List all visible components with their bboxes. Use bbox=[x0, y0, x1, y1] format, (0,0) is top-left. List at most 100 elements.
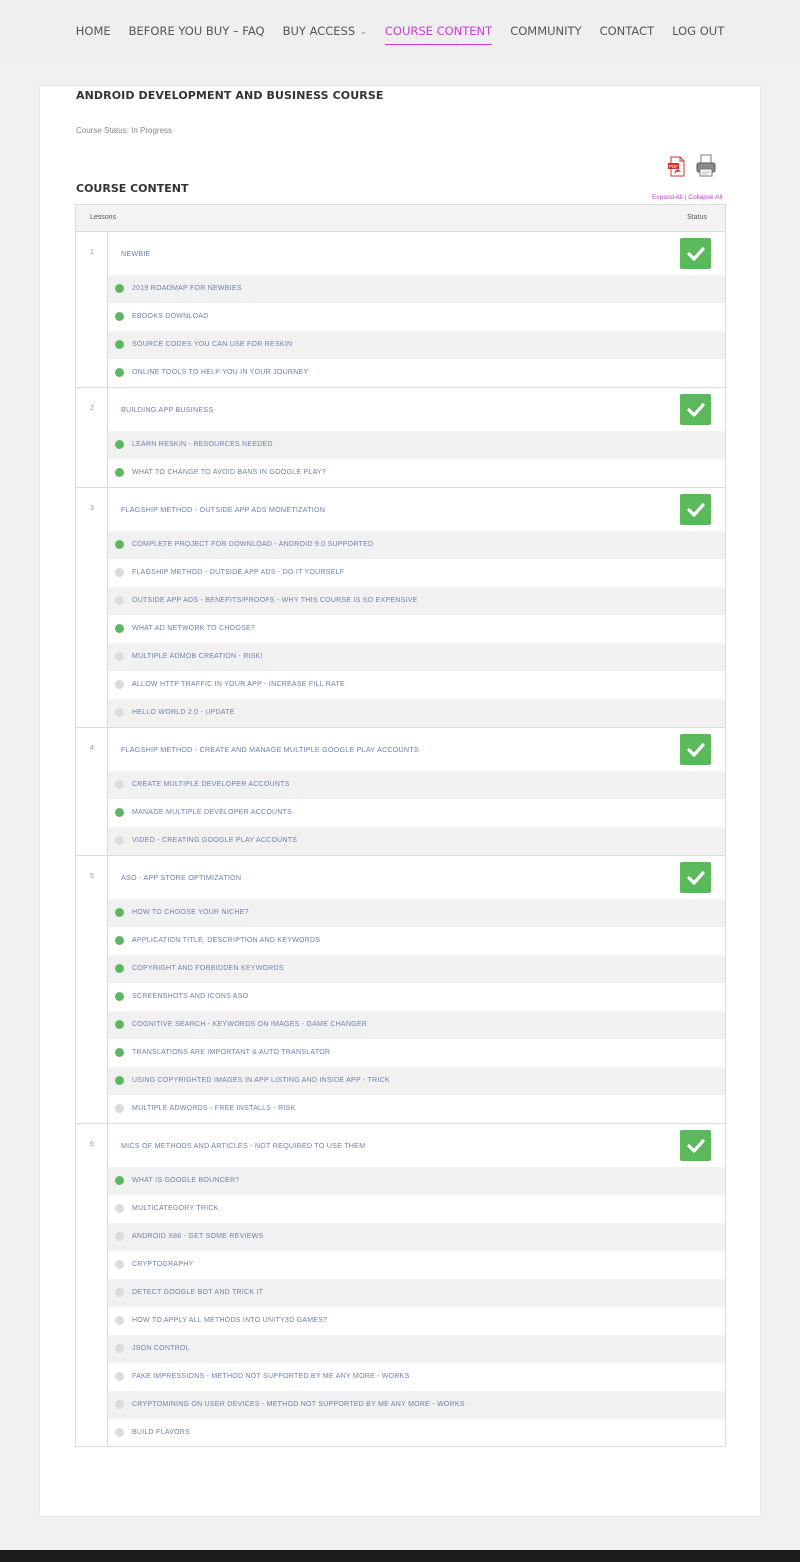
group-header[interactable]: ASO - APP STORE OPTIMIZATION bbox=[108, 856, 725, 899]
lesson-row[interactable]: DETECT GOOGLE BOT AND TRICK IT bbox=[108, 1279, 725, 1307]
lesson-row[interactable]: WHAT IS GOOGLE BOUNCER? bbox=[108, 1167, 725, 1195]
lesson-title-link[interactable]: MULTIPLE ADMOB CREATION - RISK! bbox=[132, 653, 263, 660]
lesson-title-link[interactable]: LEARN RESKIN - RESOURCES NEEDED bbox=[132, 441, 273, 448]
lesson-title-link[interactable]: SCREENSHOTS AND ICONS ASO bbox=[132, 993, 248, 1000]
completed-dot-icon bbox=[115, 1176, 124, 1185]
lesson-title-link[interactable]: MANAGE MULTIPLE DEVELOPER ACCOUNTS bbox=[132, 809, 292, 816]
nav-buy-access[interactable]: BUY ACCESS ⌄ bbox=[283, 24, 367, 44]
nav-contact[interactable]: CONTACT bbox=[600, 24, 655, 44]
lesson-row[interactable]: USING COPYRIGHTED IMAGES IN APP LISTING … bbox=[108, 1067, 725, 1095]
lesson-title-link[interactable]: CREATE MULTIPLE DEVELOPER ACCOUNTS bbox=[132, 781, 290, 788]
lesson-title-link[interactable]: OUTSIDE APP ADS - BENEFITS/PROOFS - WHY … bbox=[132, 597, 418, 604]
lesson-row[interactable]: CRYPTOMINING ON USER DEVICES - METHOD NO… bbox=[108, 1391, 725, 1419]
lesson-title-link[interactable]: MULTIPLE ADWORDS - FREE INSTALLS - RISK bbox=[132, 1105, 296, 1112]
group-title[interactable]: NEWBIE bbox=[121, 249, 151, 258]
nav-community[interactable]: COMMUNITY bbox=[510, 24, 581, 44]
group-header[interactable]: MICS OF METHODS AND ARTICLES - NOT REQUI… bbox=[108, 1124, 725, 1167]
lesson-title-link[interactable]: CRYPTOGRAPHY bbox=[132, 1261, 193, 1268]
group-header[interactable]: NEWBIE bbox=[108, 232, 725, 275]
expand-all-link[interactable]: Expand All bbox=[652, 194, 683, 201]
lesson-row[interactable]: CRYPTOGRAPHY bbox=[108, 1251, 725, 1279]
lesson-title-link[interactable]: FAKE IMPRESSIONS - METHOD NOT SUPPORTED … bbox=[132, 1373, 410, 1380]
lesson-title-link[interactable]: BUILD FLAVORS bbox=[132, 1429, 190, 1436]
lesson-title-link[interactable]: HELLO WORLD 2.0 - UPDATE bbox=[132, 709, 235, 716]
lesson-row[interactable]: COGNITIVE SEARCH - KEYWORDS ON IMAGES - … bbox=[108, 1011, 725, 1039]
group-title[interactable]: MICS OF METHODS AND ARTICLES - NOT REQUI… bbox=[121, 1141, 365, 1150]
printer-icon[interactable] bbox=[695, 154, 717, 178]
lesson-title-link[interactable]: VIDEO - CREATING GOOGLE PLAY ACCOUNTS bbox=[132, 837, 297, 844]
group-header[interactable]: FLAGSHIP METHOD - OUTSIDE APP ADS MONETI… bbox=[108, 488, 725, 531]
lesson-title-link[interactable]: DETECT GOOGLE BOT AND TRICK IT bbox=[132, 1289, 263, 1296]
lesson-row[interactable]: FLAGSHIP METHOD - OUTSIDE APP ADS - DO I… bbox=[108, 559, 725, 587]
pending-dot-icon bbox=[115, 1104, 124, 1113]
lesson-row[interactable]: MULTICATEGORY TRICK bbox=[108, 1195, 725, 1223]
lesson-row[interactable]: MULTIPLE ADWORDS - FREE INSTALLS - RISK bbox=[108, 1095, 725, 1123]
group-title[interactable]: FLAGSHIP METHOD - OUTSIDE APP ADS MONETI… bbox=[121, 505, 325, 514]
lesson-row[interactable]: ALLOW HTTP TRAFFIC IN YOUR APP - INCREAS… bbox=[108, 671, 725, 699]
lesson-row[interactable]: VIDEO - CREATING GOOGLE PLAY ACCOUNTS bbox=[108, 827, 725, 855]
collapse-all-link[interactable]: Collapse All bbox=[688, 194, 722, 201]
lesson-title-link[interactable]: 2019 ROADMAP FOR NEWBIES bbox=[132, 285, 242, 292]
lesson-row[interactable]: SOURCE CODES YOU CAN USE FOR RESKIN bbox=[108, 331, 725, 359]
lesson-row[interactable]: JSON CONTROL bbox=[108, 1335, 725, 1363]
lesson-row[interactable]: 2019 ROADMAP FOR NEWBIES bbox=[108, 275, 725, 303]
lesson-row[interactable]: LEARN RESKIN - RESOURCES NEEDED bbox=[108, 431, 725, 459]
lesson-row[interactable]: HOW TO CHOOSE YOUR NICHE? bbox=[108, 899, 725, 927]
group-title[interactable]: FLAGSHIP METHOD - CREATE AND MANAGE MULT… bbox=[121, 745, 419, 754]
lesson-title-link[interactable]: USING COPYRIGHTED IMAGES IN APP LISTING … bbox=[132, 1077, 390, 1084]
lesson-title-link[interactable]: WHAT AD NETWORK TO CHOOSE? bbox=[132, 625, 255, 632]
lesson-title-link[interactable]: SOURCE CODES YOU CAN USE FOR RESKIN bbox=[132, 341, 292, 348]
lesson-row[interactable]: ONLINE TOOLS TO HELP YOU IN YOUR JOURNEY bbox=[108, 359, 725, 387]
lesson-row[interactable]: TRANSLATIONS ARE IMPORTANT & AUTO TRANSL… bbox=[108, 1039, 725, 1067]
lesson-row[interactable]: MULTIPLE ADMOB CREATION - RISK! bbox=[108, 643, 725, 671]
lesson-title-link[interactable]: ANDROID X86 - GET SOME REVIEWS bbox=[132, 1233, 263, 1240]
lesson-row[interactable]: APPLICATION TITLE, DESCRIPTION AND KEYWO… bbox=[108, 927, 725, 955]
lesson-title-link[interactable]: COPYRIGHT AND FORBIDDEN KEYWORDS bbox=[132, 965, 284, 972]
lesson-row[interactable]: SCREENSHOTS AND ICONS ASO bbox=[108, 983, 725, 1011]
course-card: ANDROID DEVELOPMENT AND BUSINESS COURSE … bbox=[39, 85, 761, 1517]
lesson-title-link[interactable]: COMPLETE PROJECT FOR DOWNLOAD - ANDROID … bbox=[132, 541, 373, 548]
lesson-row[interactable]: OUTSIDE APP ADS - BENEFITS/PROOFS - WHY … bbox=[108, 587, 725, 615]
lesson-row[interactable]: COPYRIGHT AND FORBIDDEN KEYWORDS bbox=[108, 955, 725, 983]
lesson-title-link[interactable]: APPLICATION TITLE, DESCRIPTION AND KEYWO… bbox=[132, 937, 320, 944]
lesson-title-link[interactable]: ALLOW HTTP TRAFFIC IN YOUR APP - INCREAS… bbox=[132, 681, 345, 688]
group-header[interactable]: FLAGSHIP METHOD - CREATE AND MANAGE MULT… bbox=[108, 728, 725, 771]
lesson-title-link[interactable]: TRANSLATIONS ARE IMPORTANT & AUTO TRANSL… bbox=[132, 1049, 330, 1056]
lesson-row[interactable]: WHAT TO CHANGE TO AVOID BANS IN GOOGLE P… bbox=[108, 459, 725, 487]
lesson-row[interactable]: FAKE IMPRESSIONS - METHOD NOT SUPPORTED … bbox=[108, 1363, 725, 1391]
lesson-title-link[interactable]: ONLINE TOOLS TO HELP YOU IN YOUR JOURNEY bbox=[132, 369, 308, 376]
group-title[interactable]: BUILDING APP BUSINESS bbox=[121, 405, 213, 414]
lesson-title-link[interactable]: WHAT TO CHANGE TO AVOID BANS IN GOOGLE P… bbox=[132, 469, 326, 476]
lesson-title-link[interactable]: HOW TO CHOOSE YOUR NICHE? bbox=[132, 909, 249, 916]
lesson-title-link[interactable]: WHAT IS GOOGLE BOUNCER? bbox=[132, 1177, 239, 1184]
nav-home[interactable]: HOME bbox=[76, 24, 111, 44]
lesson-title-link[interactable]: COGNITIVE SEARCH - KEYWORDS ON IMAGES - … bbox=[132, 1021, 367, 1028]
lesson-row[interactable]: HOW TO APPLY ALL METHODS INTO UNITY3D GA… bbox=[108, 1307, 725, 1335]
nav-course-content[interactable]: COURSE CONTENT bbox=[384, 24, 493, 45]
lesson-row[interactable]: MANAGE MULTIPLE DEVELOPER ACCOUNTS bbox=[108, 799, 725, 827]
lesson-row[interactable]: EBOOKS DOWNLOAD bbox=[108, 303, 725, 331]
lesson-row[interactable]: BUILD FLAVORS bbox=[108, 1419, 725, 1447]
group-number: 1 bbox=[90, 249, 94, 256]
lesson-row[interactable]: CREATE MULTIPLE DEVELOPER ACCOUNTS bbox=[108, 771, 725, 799]
lesson-row[interactable]: COMPLETE PROJECT FOR DOWNLOAD - ANDROID … bbox=[108, 531, 725, 559]
lesson-title-link[interactable]: JSON CONTROL bbox=[132, 1345, 190, 1352]
group-header[interactable]: BUILDING APP BUSINESS bbox=[108, 388, 725, 431]
lesson-title-link[interactable]: EBOOKS DOWNLOAD bbox=[132, 313, 208, 320]
nav-before-you-buy[interactable]: BEFORE YOU BUY – FAQ bbox=[129, 24, 265, 44]
completed-dot-icon bbox=[115, 540, 124, 549]
lesson-row[interactable]: WHAT AD NETWORK TO CHOOSE? bbox=[108, 615, 725, 643]
pdf-icon[interactable]: PDF bbox=[667, 156, 687, 178]
group-number-column: 5 bbox=[76, 856, 108, 1123]
lesson-title-link[interactable]: MULTICATEGORY TRICK bbox=[132, 1205, 219, 1212]
course-status: Course Status: In Progress bbox=[76, 126, 173, 135]
nav-log-out[interactable]: LOG OUT bbox=[672, 24, 724, 44]
lesson-title-link[interactable]: FLAGSHIP METHOD - OUTSIDE APP ADS - DO I… bbox=[132, 569, 344, 576]
group-title[interactable]: ASO - APP STORE OPTIMIZATION bbox=[121, 873, 241, 882]
lesson-title-link[interactable]: HOW TO APPLY ALL METHODS INTO UNITY3D GA… bbox=[132, 1317, 327, 1324]
lesson-title-link[interactable]: CRYPTOMINING ON USER DEVICES - METHOD NO… bbox=[132, 1401, 465, 1408]
lesson-row[interactable]: ANDROID X86 - GET SOME REVIEWS bbox=[108, 1223, 725, 1251]
completed-dot-icon bbox=[115, 1048, 124, 1057]
group-number-column: 2 bbox=[76, 388, 108, 487]
lesson-row[interactable]: HELLO WORLD 2.0 - UPDATE bbox=[108, 699, 725, 727]
